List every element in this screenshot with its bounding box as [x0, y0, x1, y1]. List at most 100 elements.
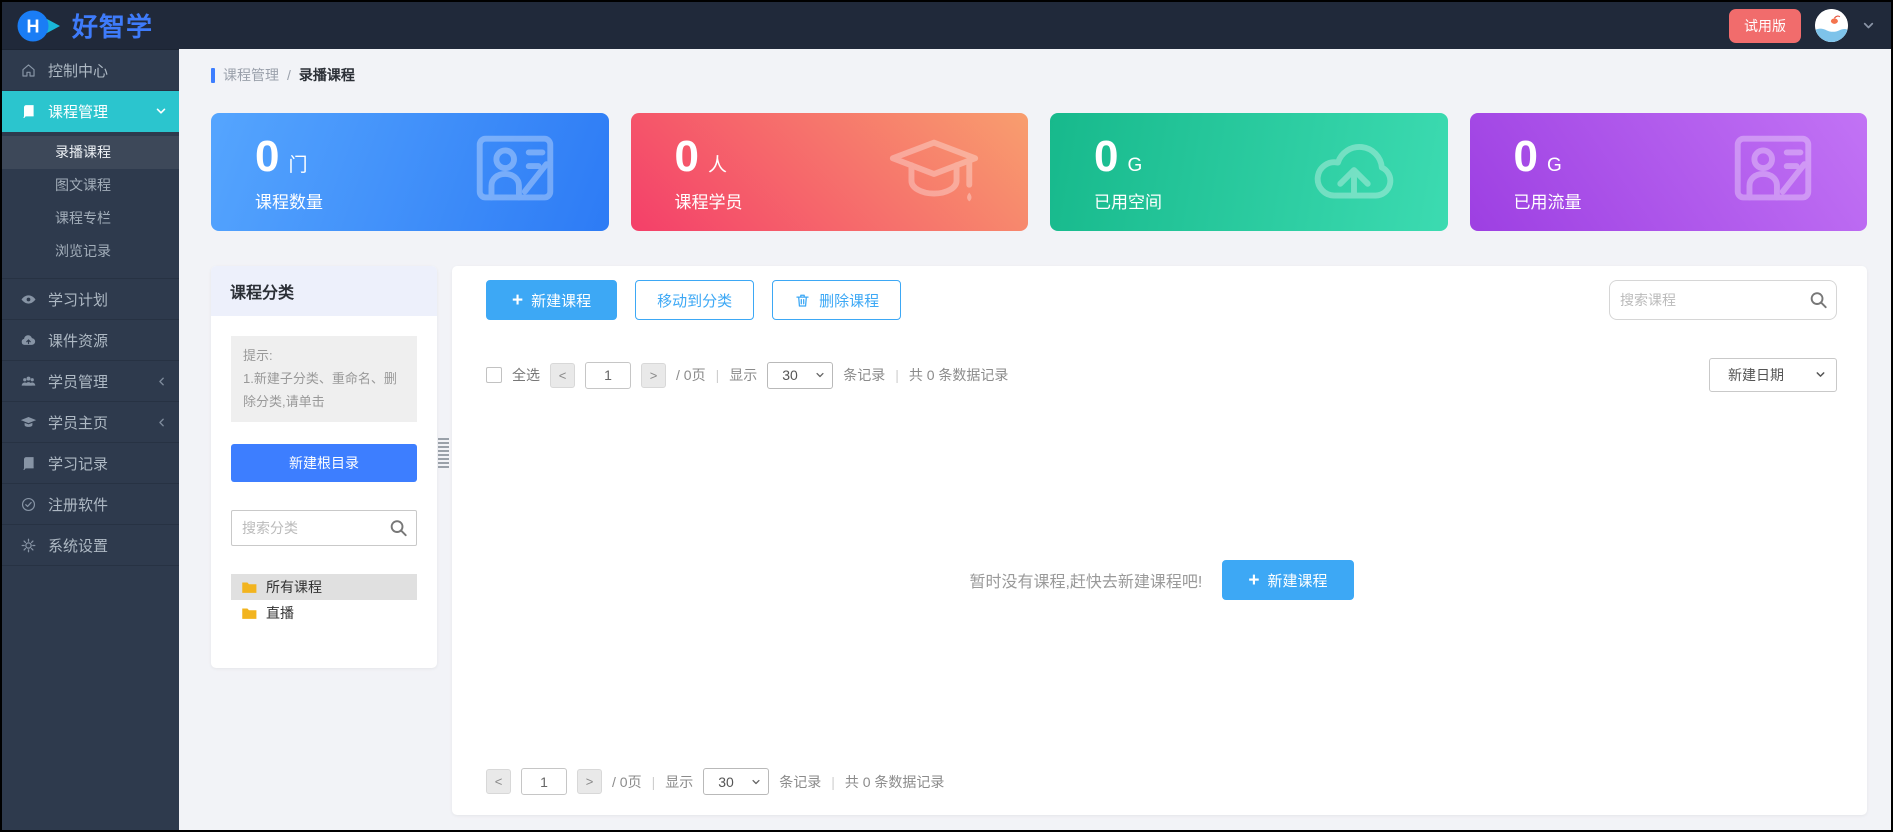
stat-value: 0	[255, 135, 279, 179]
stat-unit: 门	[288, 155, 307, 176]
app-window: H 好智学 试用版	[0, 0, 1893, 832]
home-icon	[20, 62, 37, 79]
new-root-directory-button[interactable]: 新建根目录	[231, 444, 417, 482]
book-icon	[20, 103, 37, 120]
show-label: 显示	[729, 365, 757, 385]
page-number-input[interactable]	[521, 768, 567, 795]
submenu-item-text-courses[interactable]: 图文课程	[2, 169, 179, 202]
page-total-label: / 0页	[676, 365, 706, 385]
search-icon[interactable]	[389, 519, 408, 538]
sidebar-item-study-records[interactable]: 学习记录	[2, 443, 179, 484]
top-pagination: 全选 < > / 0页 | 显示 30 条记录 | 共 0 条数据记录	[486, 358, 1837, 392]
move-to-category-button[interactable]: 移动到分类	[635, 280, 754, 320]
main-content: 课程管理 / 录播课程 0门 课程数量 0人 课程学员	[179, 49, 1891, 830]
submenu-item-browse-history[interactable]: 浏览记录	[2, 235, 179, 268]
next-page-button[interactable]: >	[641, 363, 666, 388]
total-records-label: 共 0 条数据记录	[909, 365, 1009, 385]
sidebar-item-label: 系统设置	[48, 535, 108, 556]
course-submenu: 录播课程 图文课程 课程专栏 浏览记录	[2, 132, 179, 279]
stat-value: 0	[1514, 135, 1538, 179]
sidebar-item-course-management[interactable]: 课程管理	[2, 91, 179, 132]
folder-icon	[241, 606, 258, 621]
sidebar-item-system-settings[interactable]: 系统设置	[2, 525, 179, 566]
plus-icon: +	[1248, 571, 1259, 590]
stat-card-used-space: 0G 已用空间	[1050, 113, 1448, 231]
sidebar-item-courseware-resources[interactable]: 课件资源	[2, 320, 179, 361]
prev-page-button[interactable]: <	[486, 769, 511, 794]
chevron-left-icon	[156, 376, 167, 387]
sidebar-item-study-plan[interactable]: 学习计划	[2, 279, 179, 320]
tree-item-label: 直播	[266, 603, 294, 623]
breadcrumb-separator: /	[287, 67, 291, 83]
book-icon	[20, 455, 37, 472]
records-label: 条记录	[843, 365, 885, 385]
chevron-down-icon	[1815, 367, 1826, 383]
total-records-label: 共 0 条数据记录	[845, 772, 945, 792]
new-course-button[interactable]: + 新建课程	[486, 280, 617, 320]
user-menu-chevron-down-icon[interactable]	[1862, 19, 1875, 32]
eye-icon	[20, 291, 37, 308]
category-tip: 提示: 1.新建子分类、重命名、删除分类,请单击	[231, 336, 417, 422]
presentation-board-icon	[1724, 123, 1822, 221]
show-label: 显示	[665, 772, 693, 792]
stat-card-course-count: 0门 课程数量	[211, 113, 609, 231]
course-search-input[interactable]	[1609, 280, 1837, 320]
stat-value: 0	[675, 135, 699, 179]
sidebar-item-student-homepage[interactable]: 学员主页	[2, 402, 179, 443]
bottom-pagination: < > / 0页 | 显示 30 条记录 | 共 0 条数据记录	[486, 768, 1837, 795]
stat-cards-row: 0门 课程数量 0人 课程学员 0 G	[211, 113, 1867, 231]
stat-unit: 人	[708, 155, 727, 176]
submenu-item-course-columns[interactable]: 课程专栏	[2, 202, 179, 235]
course-toolbar: + 新建课程 移动到分类 删除课程	[486, 280, 1837, 320]
avatar-image	[1815, 9, 1848, 42]
sort-by-date-select[interactable]: 新建日期	[1709, 358, 1837, 392]
page-size-select[interactable]: 30	[767, 362, 833, 389]
chevron-left-icon	[156, 417, 167, 428]
delete-course-button[interactable]: 删除课程	[772, 280, 901, 320]
prev-page-button[interactable]: <	[550, 363, 575, 388]
tip-body: 1.新建子分类、重命名、删除分类,请单击	[243, 368, 405, 414]
chevron-down-icon	[751, 777, 761, 787]
cloud-upload-icon	[20, 332, 37, 349]
plus-icon: +	[512, 291, 523, 310]
empty-state-message: 暂时没有课程,赶快去新建课程吧!	[969, 568, 1202, 592]
empty-state: 暂时没有课程,赶快去新建课程吧! + 新建课程	[486, 392, 1837, 768]
brand-logo: H 好智学	[16, 7, 153, 45]
chevron-down-icon	[815, 370, 825, 380]
users-icon	[20, 373, 37, 390]
stat-card-course-students: 0人 课程学员	[631, 113, 1029, 231]
page-total-label: / 0页	[612, 772, 642, 792]
sidebar-item-label: 学习记录	[48, 453, 108, 474]
cloud-upload-icon	[1305, 123, 1403, 221]
svg-text:H: H	[27, 16, 40, 36]
breadcrumb: 课程管理 / 录播课程	[211, 65, 1867, 85]
tree-item-live[interactable]: 直播	[231, 600, 417, 626]
trial-version-button[interactable]: 试用版	[1729, 9, 1801, 43]
records-label: 条记录	[779, 772, 821, 792]
breadcrumb-section[interactable]: 课程管理	[223, 65, 279, 85]
graduation-cap-icon	[885, 123, 983, 221]
sidebar-item-control-center[interactable]: 控制中心	[2, 50, 179, 91]
next-page-button[interactable]: >	[577, 769, 602, 794]
tree-item-all-courses[interactable]: 所有课程	[231, 574, 417, 600]
avatar[interactable]	[1815, 9, 1848, 42]
graduation-cap-icon	[20, 414, 37, 431]
sidebar-item-student-management[interactable]: 学员管理	[2, 361, 179, 402]
page-number-input[interactable]	[585, 362, 631, 389]
gear-icon	[20, 537, 37, 554]
sidebar-item-label: 课件资源	[48, 330, 108, 351]
check-circle-icon	[20, 496, 37, 513]
select-all-checkbox[interactable]	[486, 367, 502, 383]
search-icon[interactable]	[1809, 291, 1828, 310]
panel-resize-handle[interactable]	[438, 438, 449, 468]
trash-icon	[794, 292, 811, 309]
breadcrumb-current: 录播课程	[299, 65, 355, 85]
sidebar-item-register-software[interactable]: 注册软件	[2, 484, 179, 525]
course-list-panel: + 新建课程 移动到分类 删除课程	[452, 266, 1867, 815]
page-size-select[interactable]: 30	[703, 768, 769, 795]
stat-unit: G	[1127, 155, 1142, 176]
submenu-item-recorded-courses[interactable]: 录播课程	[2, 136, 179, 169]
empty-state-new-course-button[interactable]: + 新建课程	[1222, 560, 1353, 600]
breadcrumb-accent-bar	[211, 68, 215, 83]
presentation-board-icon	[466, 123, 564, 221]
